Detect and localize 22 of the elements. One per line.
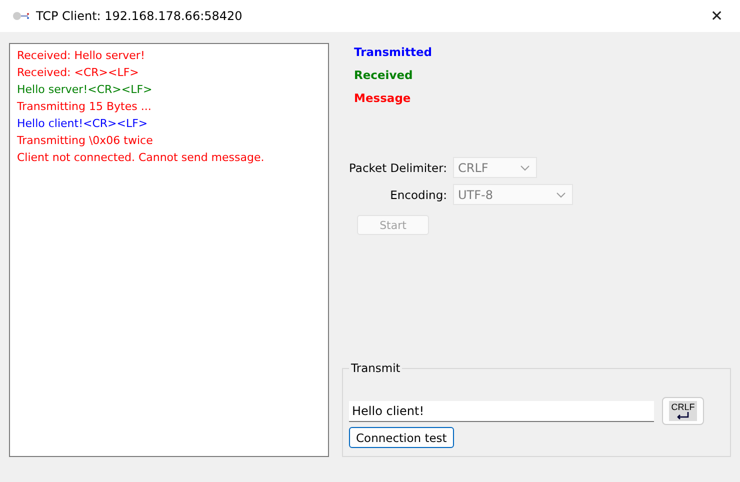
log-line: Hello client!<CR><LF> [17,116,149,132]
field-label: Packet Delimiter: [349,160,447,174]
chevron-icon [556,192,566,198]
legend-label: Message [354,91,412,105]
log-line: Received: <CR><LF> [17,65,140,81]
legend-label: Transmitted [354,45,433,59]
log-line: Transmitting 15 Bytes ... [17,99,152,115]
message-field[interactable]: Hello client! [349,400,654,422]
log-line: Transmitting \0x06 twice [17,133,154,149]
log-line: Received: Hello server! [17,48,146,64]
group-title: Transmit [350,361,402,375]
chevron-icon [520,164,530,170]
close-button[interactable]: ✕ [694,0,740,32]
crlf-button[interactable]: CRLF [662,397,704,425]
log-line: Client not connected. Cannot send message. [17,150,266,166]
connection-test-button[interactable]: Connection test [349,427,454,448]
window-title: TCP Client: 192.168.178.66:58420 [36,9,244,23]
enter-icon [674,412,691,420]
legend-label: Received [354,68,414,82]
log-line: Hello server!<CR><LF> [17,82,154,98]
field-label: Encoding: [390,188,447,202]
app-icon [12,11,30,21]
